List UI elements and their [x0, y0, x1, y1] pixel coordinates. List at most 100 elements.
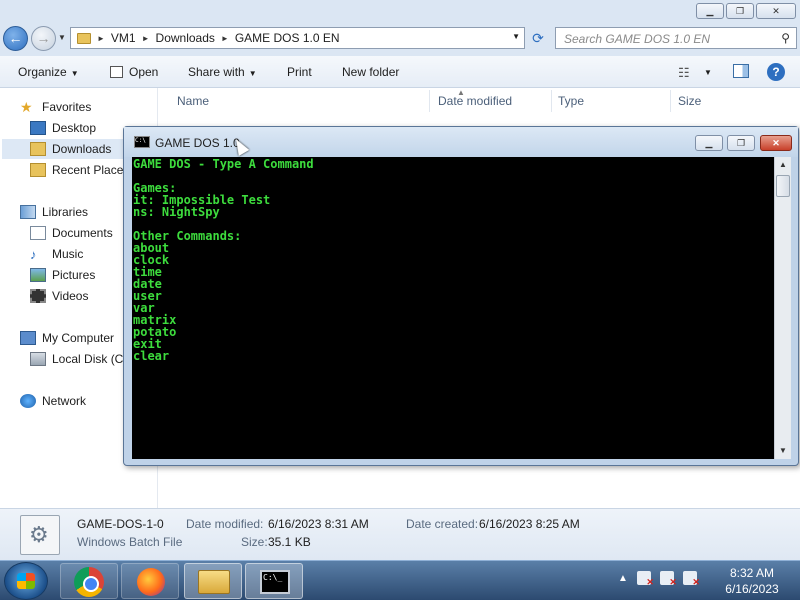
close-button[interactable]: ✕ [756, 3, 796, 19]
chevron-right-icon[interactable]: ► [142, 34, 150, 43]
maximize-button[interactable]: ❐ [726, 3, 754, 19]
breadcrumb-downloads[interactable]: Downloads [156, 31, 215, 45]
column-header-size[interactable]: Size [678, 94, 701, 108]
console-line: clear [133, 349, 170, 363]
music-icon: ♪ [30, 247, 37, 262]
clock[interactable]: 8:32 AM 6/16/2023 [712, 565, 792, 597]
chevron-right-icon[interactable]: ► [97, 34, 105, 43]
share-with-button[interactable]: Share with ▼ [188, 65, 257, 79]
date-created-label: Date created: [406, 517, 479, 531]
explorer-titlebar: ▁ ❐ ✕ [0, 0, 800, 24]
back-button[interactable]: ← [3, 26, 28, 51]
sidebar-item-music[interactable]: ♪ Music [30, 244, 83, 264]
folder-icon [77, 32, 91, 44]
minimize-button[interactable]: ▁ [695, 135, 723, 151]
column-header-date-modified[interactable]: Date modified [438, 94, 512, 108]
console-line: date [133, 277, 162, 291]
breadcrumb-game-dos[interactable]: GAME DOS 1.0 EN [235, 31, 340, 45]
taskbar-firefox[interactable] [121, 563, 179, 599]
column-divider[interactable] [551, 90, 552, 112]
sidebar-item-recent-places[interactable]: Recent Places [30, 160, 129, 180]
search-input[interactable]: Search GAME DOS 1.0 EN ⚲ [555, 27, 797, 49]
chevron-right-icon[interactable]: ► [221, 34, 229, 43]
organize-button[interactable]: Organize ▼ [18, 65, 79, 79]
column-divider[interactable] [670, 90, 671, 112]
console-line: ns: NightSpy [133, 205, 220, 219]
console-line: var [133, 301, 155, 315]
sidebar-item-my-computer[interactable]: My Computer [20, 328, 114, 348]
sidebar-label: My Computer [42, 331, 115, 345]
taskbar-cmd[interactable]: C:\_ [245, 563, 303, 599]
volume-icon[interactable] [682, 571, 700, 588]
sidebar-item-documents[interactable]: Documents [30, 223, 113, 243]
refresh-icon[interactable]: ⟳ [528, 29, 548, 47]
downloads-folder-icon [30, 142, 46, 156]
view-options-icon[interactable]: ☷ [678, 65, 690, 81]
scroll-down-icon[interactable]: ▼ [775, 443, 791, 459]
new-folder-label: New folder [342, 65, 400, 79]
file-explorer-icon [198, 570, 230, 594]
taskbar-explorer[interactable] [184, 563, 242, 599]
chevron-down-icon[interactable]: ▼ [704, 68, 712, 77]
sidebar-label: Pictures [52, 268, 96, 282]
sidebar-item-videos[interactable]: Videos [30, 286, 88, 306]
search-icon[interactable]: ⚲ [781, 31, 790, 45]
search-placeholder: Search GAME DOS 1.0 EN [564, 32, 711, 46]
column-divider[interactable] [429, 90, 430, 112]
command-prompt-titlebar[interactable]: C:\ GAME DOS 1.0 ▁ ❐ ✕ [124, 127, 798, 157]
documents-icon [30, 226, 46, 240]
console-line: potato [133, 325, 177, 339]
command-prompt-window[interactable]: C:\ GAME DOS 1.0 ▁ ❐ ✕ GAME DOS - Type A… [123, 126, 799, 466]
sidebar-item-pictures[interactable]: Pictures [30, 265, 95, 285]
sidebar-label: Music [52, 247, 84, 261]
preview-pane-icon[interactable] [733, 64, 749, 78]
sidebar-item-favorites[interactable]: ★ Favorites [20, 97, 91, 117]
help-icon[interactable]: ? [767, 63, 785, 81]
explorer-window-controls: ▁ ❐ ✕ [696, 3, 796, 19]
firefox-icon [137, 568, 165, 596]
network-tray-icon[interactable] [659, 571, 677, 588]
start-button[interactable] [4, 562, 48, 600]
system-tray: ▲ [618, 571, 700, 588]
sidebar-item-network[interactable]: Network [20, 391, 86, 411]
clock-time: 8:32 AM [729, 566, 775, 580]
forward-button[interactable]: → [31, 26, 56, 51]
taskbar-chrome[interactable] [60, 563, 118, 599]
date-created-value: 6/16/2023 8:25 AM [479, 517, 580, 531]
console-line: exit [133, 337, 162, 351]
sidebar-item-desktop[interactable]: Desktop [30, 118, 96, 138]
close-button[interactable]: ✕ [760, 135, 792, 151]
new-folder-button[interactable]: New folder [342, 65, 399, 79]
print-label: Print [287, 65, 312, 79]
minimize-button[interactable]: ▁ [696, 3, 724, 19]
recent-pages-dropdown[interactable]: ▼ [58, 33, 66, 42]
column-header-name[interactable]: Name [177, 94, 209, 108]
chevron-down-icon: ▼ [70, 69, 79, 78]
breadcrumb-vm1[interactable]: VM1 [111, 31, 136, 45]
libraries-icon [20, 205, 36, 219]
vertical-scrollbar[interactable]: ▲ ▼ [774, 157, 791, 459]
recent-places-icon [30, 163, 46, 177]
maximize-button[interactable]: ❐ [727, 135, 755, 151]
show-hidden-icons-icon[interactable]: ▲ [618, 573, 628, 584]
console-output[interactable]: GAME DOS - Type A Command Games: it: Impos… [132, 157, 774, 459]
star-icon: ★ [20, 98, 33, 115]
sidebar-item-local-disk[interactable]: Local Disk (C: [30, 349, 127, 369]
scroll-up-icon[interactable]: ▲ [775, 157, 791, 173]
scrollbar-thumb[interactable] [776, 175, 790, 197]
address-bar[interactable]: ► VM1 ► Downloads ► GAME DOS 1.0 EN ▼ [70, 27, 525, 49]
print-button[interactable]: Print [287, 65, 312, 79]
open-button[interactable]: Open [110, 65, 158, 79]
command-prompt-icon: C:\_ [260, 570, 290, 594]
sidebar-label: Network [42, 394, 87, 408]
size-label: Size: [241, 535, 268, 549]
sidebar-item-libraries[interactable]: Libraries [20, 202, 88, 222]
taskbar: C:\_ ▲ 8:32 AM 6/16/2023 [0, 560, 800, 600]
action-center-icon[interactable] [636, 571, 654, 588]
open-icon [110, 66, 123, 78]
address-dropdown-icon[interactable]: ▼ [512, 32, 520, 41]
details-pane: GAME-DOS-1-0 Windows Batch File Date mod… [0, 508, 800, 560]
console-line: about [133, 241, 170, 255]
column-header-type[interactable]: Type [558, 94, 584, 108]
